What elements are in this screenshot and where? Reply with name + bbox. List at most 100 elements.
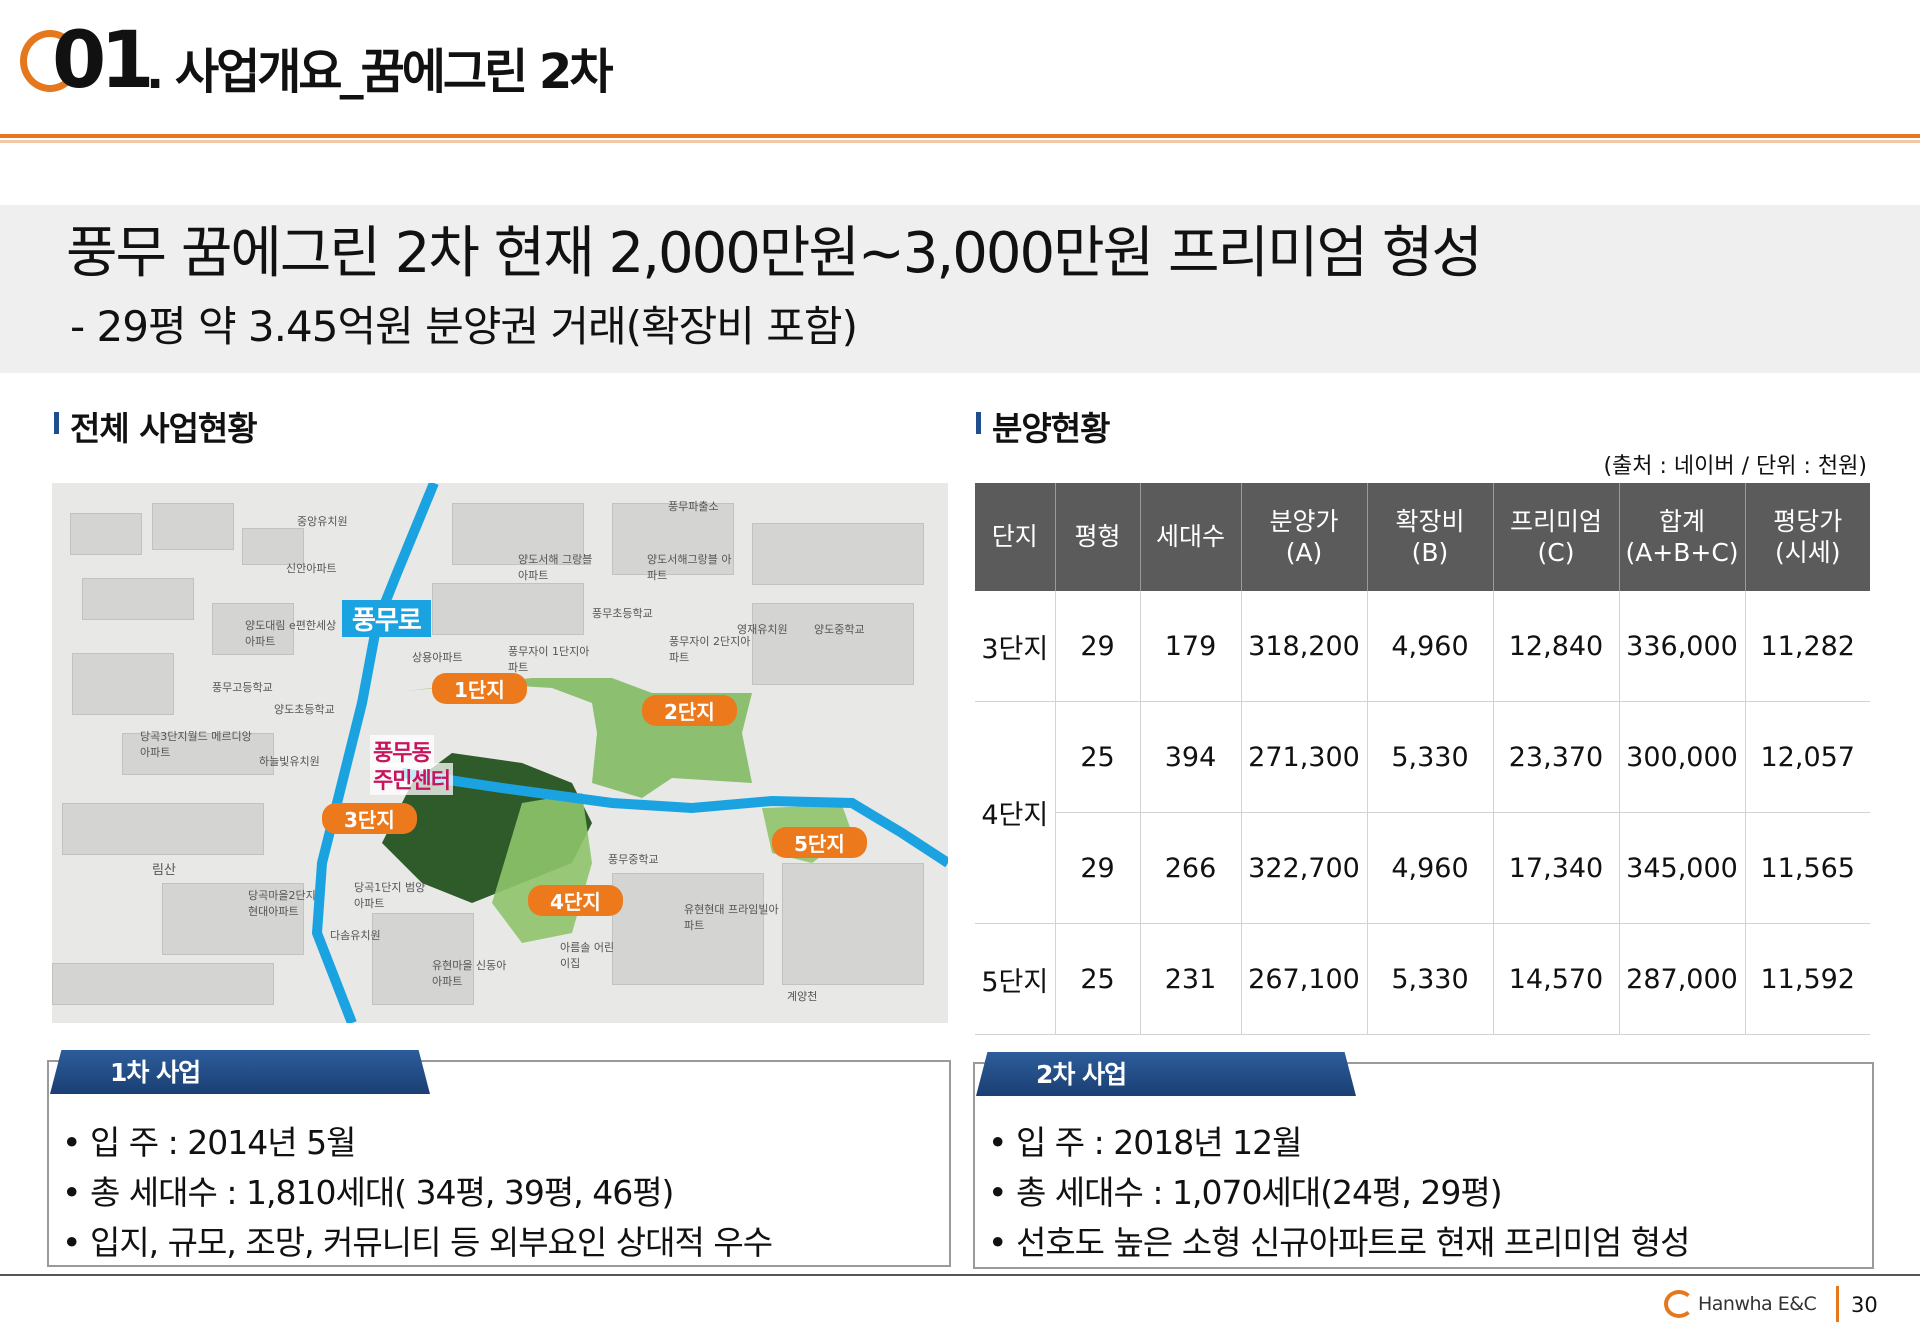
page-title: . 사업개요_꿈에그린 2차 [146, 44, 613, 100]
map-place-label: 림산 [152, 863, 176, 878]
table-cell: 287,000 [1619, 923, 1746, 1035]
col-header-price-per-pyeong: 평당가 (시세) [1745, 483, 1870, 591]
map-place-label: 풍무고등학교 [212, 681, 273, 694]
col-header-households: 세대수 [1140, 483, 1242, 591]
map-place-label: 신안아파트 [286, 562, 337, 575]
map-place-label: 당곡3단지월드 메르디앙아파트 [140, 730, 252, 759]
table-cell: 11,565 [1745, 812, 1870, 924]
map-place-label: 양도중학교 [814, 623, 865, 636]
map-place-label: 당곡1단지 범양아파트 [354, 881, 426, 910]
table-cell: 5,330 [1367, 701, 1494, 813]
map-place-label: 풍무파출소 [668, 500, 719, 513]
site-map: 중앙유치원 신안아파트 양도대림 e편한세상아파트 풍무고등학교 양도초등학교 … [52, 483, 948, 1023]
footer-rule [0, 1274, 1920, 1276]
complex-tag-5: 5단지 [772, 827, 867, 858]
table-row: 3단지 29 179 318,200 4,960 12,840 336,000 … [975, 591, 1870, 702]
header-rule-light [0, 140, 1920, 143]
table-header-row: 단지 평형 세대수 분양가 (A) 확장비 (B) 프리미엄 (C) 합계 (A+B+C… [975, 483, 1870, 591]
sales-table: 단지 평형 세대수 분양가 (A) 확장비 (B) 프리미엄 (C) 합계 (A+B+C… [975, 483, 1870, 1035]
project2-line: • 입 주 : 2018년 12월 [988, 1123, 1302, 1162]
table-cell: 11,282 [1745, 591, 1870, 702]
section-title-overview: 전체 사업현황 [70, 409, 258, 448]
table-cell: 4,960 [1367, 812, 1494, 924]
map-place-label: 중앙유치원 [297, 515, 348, 528]
col-header-extension-cost: 확장비 (B) [1367, 483, 1494, 591]
map-place-label: 양도서해그랑블 아파트 [647, 553, 732, 582]
col-header-size: 평형 [1055, 483, 1141, 591]
footer-separator [1836, 1286, 1839, 1322]
headline-title: 풍무 꿈에그린 2차 현재 2,000만원~3,000만원 프리미엄 형성 [66, 221, 1483, 286]
table-cell: 14,570 [1493, 923, 1620, 1035]
headline-subtitle: - 29평 약 3.45억원 분양권 거래(확장비 포함) [70, 302, 858, 351]
project2-line: • 총 세대수 : 1,070세대(24평, 29평) [988, 1173, 1503, 1212]
project1-tab: 1차 사업 [50, 1050, 430, 1094]
header-rule [0, 134, 1920, 138]
table-cell: 25 [1055, 923, 1141, 1035]
map-place-label: 계양천 [787, 990, 818, 1003]
table-cell: 12,840 [1493, 591, 1620, 702]
table-cell: 11,592 [1745, 923, 1870, 1035]
map-place-label: 풍무초등학교 [592, 607, 653, 620]
complex-tag-3: 3단지 [322, 803, 417, 834]
table-row: 29 266 322,700 4,960 17,340 345,000 11,5… [975, 812, 1870, 924]
map-place-label: 양도초등학교 [274, 703, 335, 716]
map-place-label: 풍무중학교 [608, 853, 659, 866]
col-header-complex: 단지 [975, 483, 1056, 591]
section-marker [976, 412, 981, 434]
map-place-label: 양도대림 e편한세상아파트 [245, 619, 337, 648]
section-number: 01 [52, 16, 155, 106]
table-cell: 179 [1140, 591, 1242, 702]
table-cell-complex: 3단지 [975, 591, 1056, 702]
col-header-premium: 프리미엄 (C) [1493, 483, 1620, 591]
table-cell: 267,100 [1241, 923, 1368, 1035]
table-cell: 300,000 [1619, 701, 1746, 813]
map-place-label: 풍무자이 1단지아파트 [508, 645, 590, 674]
table-cell: 322,700 [1241, 812, 1368, 924]
table-cell: 336,000 [1619, 591, 1746, 702]
page-number: 30 [1851, 1293, 1878, 1317]
table-cell: 5,330 [1367, 923, 1494, 1035]
table-cell-complex: 4단지 [975, 701, 1056, 924]
hanwha-logo-icon [1664, 1290, 1694, 1318]
footer-brand: Hanwha E&C [1698, 1293, 1817, 1315]
table-cell-complex: 5단지 [975, 923, 1056, 1035]
section-marker [54, 412, 59, 434]
col-header-sale-price: 분양가 (A) [1241, 483, 1368, 591]
table-cell: 29 [1055, 591, 1141, 702]
section-title-sales: 분양현황 [992, 409, 1110, 448]
table-cell: 12,057 [1745, 701, 1870, 813]
project1-line: • 입지, 규모, 조망, 커뮤니티 등 외부요인 상대적 우수 [62, 1223, 773, 1262]
complex-tag-2: 2단지 [642, 695, 737, 726]
project1-line: • 총 세대수 : 1,810세대( 34평, 39평, 46평) [62, 1173, 674, 1212]
table-cell: 394 [1140, 701, 1242, 813]
table-cell: 4,960 [1367, 591, 1494, 702]
map-place-label: 풍무자이 2단지아파트 [669, 635, 751, 664]
table-cell: 25 [1055, 701, 1141, 813]
map-place-label: 당곡마을2단지 현대아파트 [248, 889, 316, 918]
map-place-label: 유현마을 신동아아파트 [432, 959, 507, 988]
table-row: 5단지 25 231 267,100 5,330 14,570 287,000 … [975, 923, 1870, 1035]
table-row: 4단지 25 394 271,300 5,330 23,370 300,000 … [975, 701, 1870, 924]
table-cell: 29 [1055, 812, 1141, 924]
project2-line: • 선호도 높은 소형 신규아파트로 현재 프리미엄 형성 [988, 1223, 1690, 1262]
map-place-label: 다솜유치원 [330, 929, 381, 942]
road-label: 풍무로 [342, 600, 431, 637]
map-place-label: 하늘빛유치원 [259, 755, 320, 768]
map-place-label: 상용아파트 [412, 651, 463, 664]
community-center-label: 주민센터 [370, 763, 453, 795]
col-header-total: 합계 (A+B+C) [1619, 483, 1746, 591]
table-cell: 231 [1140, 923, 1242, 1035]
map-place-label: 유현현대 프라임빌아파트 [684, 903, 779, 932]
complex-tag-1: 1단지 [432, 673, 527, 704]
project2-tab: 2차 사업 [976, 1052, 1356, 1096]
source-note: (출처 : 네이버 / 단위 : 천원) [1603, 454, 1867, 479]
map-place-label: 양도서해 그랑블아파트 [518, 553, 593, 582]
project1-line: • 입 주 : 2014년 5월 [62, 1123, 356, 1162]
table-cell: 345,000 [1619, 812, 1746, 924]
table-cell: 23,370 [1493, 701, 1620, 813]
complex-tag-4: 4단지 [528, 885, 623, 916]
table-cell: 266 [1140, 812, 1242, 924]
map-place-label: 아름솔 어린이집 [560, 941, 615, 970]
table-cell: 271,300 [1241, 701, 1368, 813]
table-cell: 17,340 [1493, 812, 1620, 924]
